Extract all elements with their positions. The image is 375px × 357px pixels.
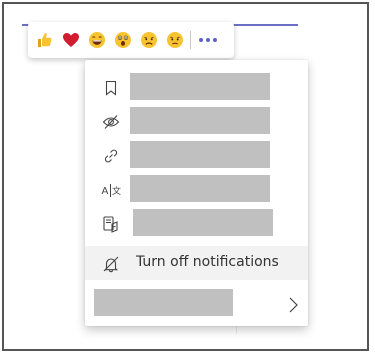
laughing-face-icon bbox=[89, 32, 105, 48]
menu-item-turn-off-notifications[interactable]: Turn off notifications bbox=[85, 246, 308, 280]
surprised-face-icon bbox=[115, 32, 131, 48]
ellipsis-icon bbox=[199, 38, 217, 42]
turn-off-notifications-label: Turn off notifications bbox=[136, 254, 279, 270]
message-context-menu: A 文 Turn off notifications bbox=[85, 60, 308, 326]
more-options-button[interactable] bbox=[195, 29, 221, 51]
chevron-right-icon bbox=[289, 297, 298, 313]
menu-item-translate[interactable]: A 文 bbox=[85, 172, 308, 206]
redacted-label bbox=[130, 73, 270, 100]
redacted-label bbox=[130, 141, 270, 168]
heart-reaction-button[interactable] bbox=[60, 29, 82, 51]
bookmark-icon bbox=[101, 78, 121, 98]
redacted-label bbox=[130, 107, 270, 134]
immersive-reader-icon bbox=[101, 214, 121, 234]
laugh-reaction-button[interactable] bbox=[86, 29, 108, 51]
translate-icon: A 文 bbox=[101, 180, 121, 200]
like-reaction-button[interactable] bbox=[34, 29, 56, 51]
heart-icon bbox=[63, 33, 79, 47]
angry-face-icon bbox=[167, 32, 183, 48]
svg-text:A: A bbox=[102, 186, 109, 197]
menu-item-immersive-reader[interactable] bbox=[85, 206, 308, 240]
surprised-reaction-button[interactable] bbox=[112, 29, 134, 51]
link-icon bbox=[101, 146, 121, 166]
redacted-label bbox=[133, 209, 273, 236]
svg-text:文: 文 bbox=[112, 185, 121, 197]
sad-reaction-button[interactable] bbox=[138, 29, 160, 51]
redacted-label bbox=[130, 175, 270, 202]
menu-item-copy-link[interactable] bbox=[85, 138, 308, 172]
redacted-label bbox=[94, 289, 233, 316]
menu-item-more-actions[interactable] bbox=[85, 287, 308, 321]
thumbs-up-icon bbox=[38, 33, 52, 47]
bell-off-icon bbox=[101, 254, 121, 274]
menu-item-mark-unread[interactable] bbox=[85, 104, 308, 138]
menu-item-save[interactable] bbox=[85, 70, 308, 104]
angry-reaction-button[interactable] bbox=[164, 29, 186, 51]
screenshot-frame: A 文 Turn off notifications bbox=[2, 2, 369, 351]
eye-off-icon bbox=[101, 112, 121, 132]
reactions-bar bbox=[28, 22, 234, 58]
sad-face-icon bbox=[141, 32, 157, 48]
reactions-separator bbox=[190, 31, 191, 49]
